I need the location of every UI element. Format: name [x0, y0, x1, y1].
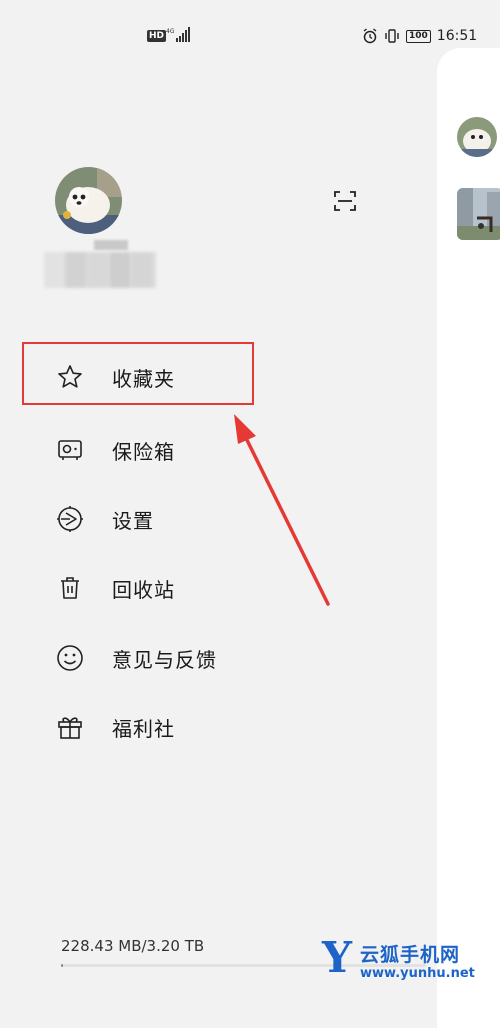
- watermark-logo: Y: [322, 933, 352, 982]
- username-redacted: [94, 240, 128, 250]
- safe-icon: [50, 430, 90, 470]
- menu-label: 回收站: [112, 577, 175, 602]
- scan-icon[interactable]: [333, 189, 357, 213]
- menu-label: 福利社: [112, 716, 175, 741]
- storage-usage-text: 228.43 MB/3.20 TB: [61, 937, 205, 955]
- menu-label: 设置: [112, 508, 154, 533]
- storage-bar-fill: [61, 964, 63, 967]
- alarm-icon: [363, 28, 377, 44]
- status-bar: HD 4G 100 16:51: [0, 0, 500, 70]
- menu-item-welfare[interactable]: 福利社: [22, 697, 442, 757]
- file-thumbnail-avatar[interactable]: [457, 117, 497, 157]
- trash-icon: [50, 568, 90, 608]
- highlight-box: [22, 342, 254, 405]
- file-thumbnail-photo[interactable]: [457, 188, 500, 240]
- user-id-redacted: [44, 252, 156, 288]
- smile-icon: [50, 638, 90, 678]
- annotation-arrow: [234, 414, 330, 606]
- status-right: 100 16:51: [362, 24, 477, 48]
- menu-label: 意见与反馈: [112, 647, 217, 672]
- watermark-url: www.yunhu.net: [360, 966, 475, 981]
- battery-icon: 100: [406, 29, 431, 43]
- network-type: 4G: [166, 28, 175, 35]
- gift-icon: [50, 707, 90, 747]
- watermark-name: 云狐手机网: [360, 944, 461, 966]
- signal-icon: 4G: [166, 27, 190, 42]
- clock: 16:51: [436, 28, 478, 44]
- menu-item-feedback[interactable]: 意见与反馈: [22, 628, 442, 688]
- avatar[interactable]: [55, 167, 122, 234]
- settings-icon: [50, 499, 90, 539]
- menu-label: 保险箱: [112, 439, 175, 464]
- vibrate-icon: [385, 29, 399, 43]
